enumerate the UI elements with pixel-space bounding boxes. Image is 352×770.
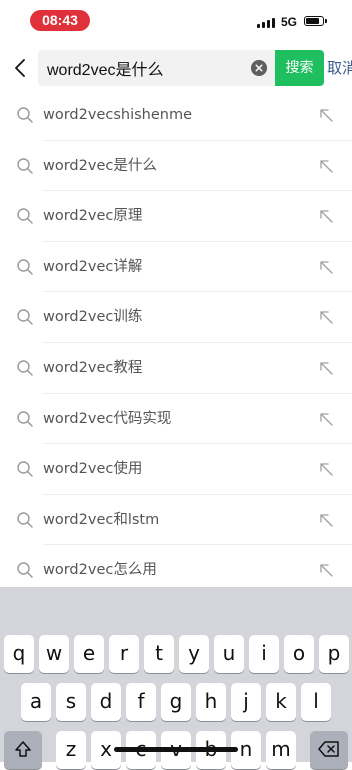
key-q[interactable]: q xyxy=(4,635,34,673)
key-w[interactable]: w xyxy=(39,635,69,673)
key-i[interactable]: i xyxy=(249,635,279,673)
key-u[interactable]: u xyxy=(214,635,244,673)
key-f[interactable]: f xyxy=(126,683,156,721)
key-a[interactable]: a xyxy=(21,683,51,721)
status-time: 08:43 xyxy=(30,10,90,31)
chevron-left-icon[interactable] xyxy=(10,57,32,79)
signal-icon xyxy=(257,17,275,28)
arrow-up-left-icon[interactable] xyxy=(317,359,335,377)
search-icon xyxy=(17,410,33,427)
suggestion-item[interactable]: word2vec使用 xyxy=(0,444,352,495)
key-p[interactable]: p xyxy=(319,635,349,673)
arrow-up-left-icon[interactable] xyxy=(317,157,335,175)
arrow-up-left-icon[interactable] xyxy=(317,561,335,579)
search-input[interactable] xyxy=(47,50,247,86)
suggestion-list: word2vecshishenme word2vec是什么 word2vec原理… xyxy=(0,90,352,596)
search-icon xyxy=(17,309,33,326)
key-j[interactable]: j xyxy=(231,683,261,721)
arrow-up-left-icon[interactable] xyxy=(317,460,335,478)
keyboard: q w e r t y u i o p a s d f g h j k l z … xyxy=(0,587,352,769)
suggestion-item[interactable]: word2vecshishenme xyxy=(0,90,352,141)
arrow-up-left-icon[interactable] xyxy=(317,308,335,326)
suggestion-text: word2vec使用 xyxy=(43,461,143,478)
search-icon xyxy=(17,461,33,477)
search-header: 搜索 取消 xyxy=(0,48,352,90)
suggestion-text: word2vecshishenme xyxy=(43,107,193,123)
suggestion-item[interactable]: word2vec详解 xyxy=(0,242,352,293)
backspace-icon xyxy=(318,741,339,757)
shift-icon xyxy=(15,741,31,757)
key-o[interactable]: o xyxy=(284,635,314,673)
key-s[interactable]: s xyxy=(56,683,86,721)
home-indicator[interactable] xyxy=(114,747,238,752)
key-k[interactable]: k xyxy=(266,683,296,721)
search-icon xyxy=(17,157,33,174)
shift-key[interactable] xyxy=(4,731,42,769)
suggestion-item[interactable]: word2vec是什么 xyxy=(0,141,352,192)
key-m[interactable]: m xyxy=(266,731,296,769)
suggestion-text: word2vec原理 xyxy=(43,208,143,225)
suggestion-item[interactable]: word2vec和lstm xyxy=(0,495,352,546)
suggestion-item[interactable]: word2vec训练 xyxy=(0,292,352,343)
suggestion-text: word2vec代码实现 xyxy=(43,410,172,427)
suggestion-text: word2vec详解 xyxy=(43,258,143,275)
search-icon xyxy=(17,208,33,224)
network-type: 5G xyxy=(281,15,298,29)
key-e[interactable]: e xyxy=(74,635,104,673)
arrow-up-left-icon[interactable] xyxy=(317,258,335,276)
search-button[interactable]: 搜索 xyxy=(275,50,324,86)
arrow-up-left-icon[interactable] xyxy=(317,106,335,124)
key-r[interactable]: r xyxy=(109,635,139,673)
suggestion-text: word2vec是什么 xyxy=(43,157,157,174)
arrow-up-left-icon[interactable] xyxy=(317,207,335,225)
clear-circle-icon[interactable] xyxy=(251,60,267,76)
key-h[interactable]: h xyxy=(196,683,226,721)
suggestion-item[interactable]: word2vec原理 xyxy=(0,191,352,242)
key-d[interactable]: d xyxy=(91,683,121,721)
suggestion-text: word2vec和lstm xyxy=(43,511,160,528)
search-icon xyxy=(17,107,33,123)
search-icon xyxy=(17,360,33,376)
cancel-button[interactable]: 取消 xyxy=(327,50,352,86)
search-box xyxy=(38,50,275,86)
suggestion-item[interactable]: word2vec代码实现 xyxy=(0,394,352,445)
status-bar: 08:43 5G xyxy=(0,0,352,44)
delete-key[interactable] xyxy=(310,731,348,769)
key-y[interactable]: y xyxy=(179,635,209,673)
suggestion-text: word2vec训练 xyxy=(43,309,143,326)
battery-icon xyxy=(304,16,327,26)
key-t[interactable]: t xyxy=(144,635,174,673)
arrow-up-left-icon[interactable] xyxy=(317,410,335,428)
suggestion-text: word2vec教程 xyxy=(43,359,143,376)
key-z[interactable]: z xyxy=(56,731,86,769)
search-icon xyxy=(17,259,33,275)
arrow-up-left-icon[interactable] xyxy=(317,511,335,529)
key-g[interactable]: g xyxy=(161,683,191,721)
suggestion-item[interactable]: word2vec教程 xyxy=(0,343,352,394)
search-icon xyxy=(17,562,33,579)
search-icon xyxy=(17,512,33,528)
key-l[interactable]: l xyxy=(301,683,331,721)
